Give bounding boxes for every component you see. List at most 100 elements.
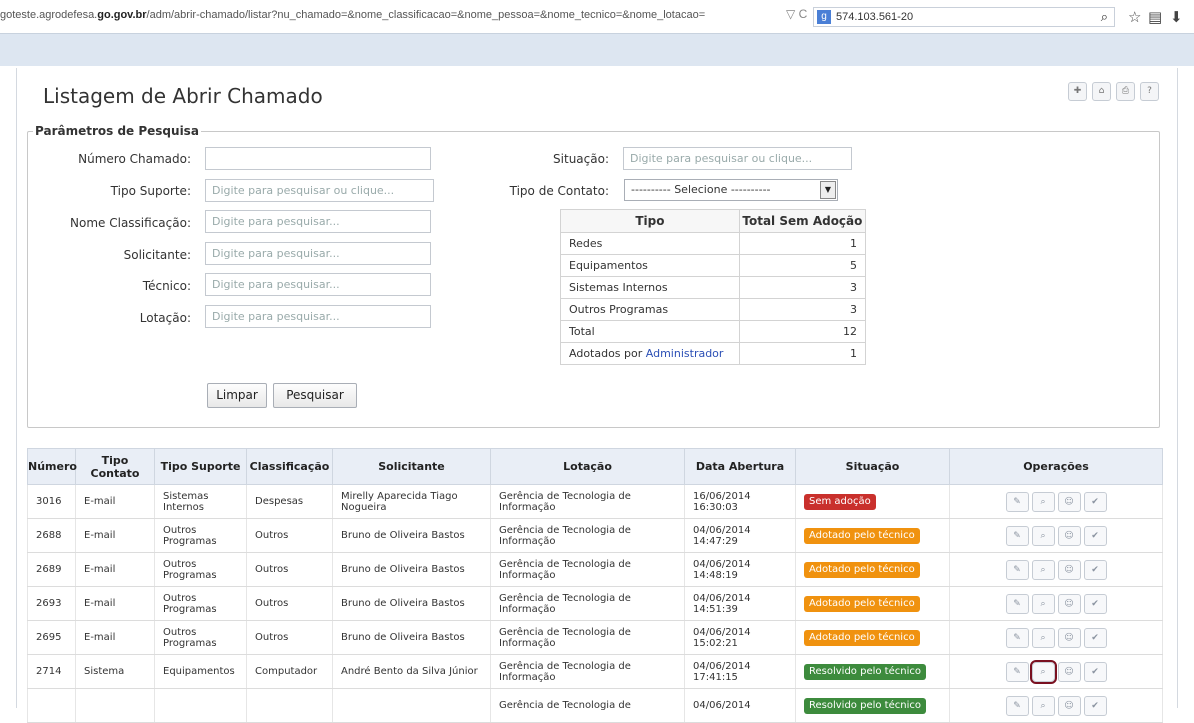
cell-lotacao: Gerência de Tecnologia de [490, 688, 685, 723]
tipo-contato-label: Tipo de Contato: [509, 184, 609, 198]
user-icon[interactable]: ☺ [1057, 695, 1081, 716]
user-icon[interactable]: ☺ [1057, 593, 1081, 614]
check-icon[interactable]: ✔ [1083, 525, 1107, 546]
summary-tipo: Equipamentos [560, 254, 740, 277]
view-icon[interactable]: ⌕ [1029, 659, 1057, 684]
edit-icon[interactable]: ✎ [1005, 661, 1029, 682]
data-time: 15:02:21 [693, 637, 738, 649]
cell-numero: 2693 [27, 586, 76, 621]
edit-icon[interactable]: ✎ [1005, 593, 1029, 614]
search-icon[interactable]: ⌕ [1101, 9, 1108, 25]
col-tipo-suporte[interactable]: Tipo Suporte [154, 448, 247, 485]
summary-count: 3 [738, 298, 867, 321]
view-icon[interactable]: ⌕ [1031, 593, 1055, 614]
cell-lotacao: Gerência de Tecnologia de Informação [490, 484, 685, 519]
cell-contato: Sistema [75, 654, 155, 689]
print-icon[interactable]: ⎙ [1116, 82, 1135, 101]
check-icon[interactable]: ✔ [1083, 695, 1107, 716]
star-icon[interactable]: ☆ [1128, 8, 1141, 26]
limpar-button[interactable]: Limpar [207, 383, 267, 408]
reload-icon[interactable]: ▽ C [786, 7, 807, 21]
col-tipo-contato[interactable]: Tipo Contato [75, 448, 155, 485]
browser-toolbar: goteste.agrodefesa.go.gov.br/adm/abrir-c… [0, 0, 1194, 34]
data-time: 14:51:39 [693, 603, 738, 615]
view-icon[interactable]: ⌕ [1031, 525, 1055, 546]
view-icon[interactable]: ⌕ [1031, 559, 1055, 580]
data-time: 17:41:15 [693, 671, 738, 683]
data-date: 04/06/2014 [693, 592, 751, 604]
cell-situacao: Adotado pelo técnico [795, 552, 950, 587]
address-bar[interactable]: goteste.agrodefesa.go.gov.br/adm/abrir-c… [0, 9, 705, 21]
view-icon[interactable]: ⌕ [1031, 491, 1055, 512]
summary-count: 5 [738, 254, 867, 277]
solicitante-input[interactable]: Digite para pesquisar... [205, 242, 431, 265]
numero-label: Número Chamado: [78, 152, 191, 166]
cell-suporte: Outros Programas [154, 552, 247, 587]
user-icon[interactable]: ☺ [1057, 661, 1081, 682]
cell-operacoes: ✎ ⌕ ☺ ✔ [949, 518, 1163, 553]
situacao-input[interactable]: Digite para pesquisar ou clique... [623, 147, 852, 170]
cell-solicitante: Bruno de Oliveira Bastos [332, 518, 491, 553]
col-classificacao[interactable]: Classificação [246, 448, 333, 485]
col-situacao[interactable]: Situação [795, 448, 950, 485]
adotados-admin-link[interactable]: Administrador [646, 347, 724, 360]
cell-situacao: Adotado pelo técnico [795, 586, 950, 621]
cell-suporte: Sistemas Internos [154, 484, 247, 519]
cell-contato [75, 688, 155, 723]
check-icon[interactable]: ✔ [1083, 491, 1107, 512]
download-icon[interactable]: ⬇ [1170, 8, 1183, 26]
tecnico-input[interactable]: Digite para pesquisar... [205, 273, 431, 296]
cell-solicitante [332, 688, 491, 723]
view-icon[interactable]: ⌕ [1031, 627, 1055, 648]
cell-operacoes: ✎ ⌕ ☺ ✔ [949, 688, 1163, 723]
data-time: 16:30:03 [693, 501, 738, 513]
check-icon[interactable]: ✔ [1083, 627, 1107, 648]
edit-icon[interactable]: ✎ [1005, 525, 1029, 546]
summary-count: 1 [738, 232, 867, 255]
cell-classificacao: Outros [246, 620, 333, 655]
user-icon[interactable]: ☺ [1057, 491, 1081, 512]
user-icon[interactable]: ☺ [1057, 559, 1081, 580]
check-icon[interactable]: ✔ [1083, 661, 1107, 682]
lotacao-input[interactable]: Digite para pesquisar... [205, 305, 431, 328]
cell-operacoes: ✎ ⌕ ☺ ✔ [949, 620, 1163, 655]
col-solicitante[interactable]: Solicitante [332, 448, 491, 485]
user-icon[interactable]: ☺ [1057, 525, 1081, 546]
cell-contato: E-mail [75, 484, 155, 519]
col-numero[interactable]: Número [27, 448, 77, 485]
edit-icon[interactable]: ✎ [1005, 559, 1029, 580]
check-icon[interactable]: ✔ [1083, 593, 1107, 614]
home-icon[interactable]: ⌂ [1092, 82, 1111, 101]
status-badge: Adotado pelo técnico [804, 595, 920, 612]
pesquisar-button[interactable]: Pesquisar [273, 383, 357, 408]
classificacao-input[interactable]: Digite para pesquisar... [205, 210, 431, 233]
numero-input[interactable] [205, 147, 431, 170]
browser-search-box[interactable]: g 574.103.561-20 ⌕ [813, 7, 1115, 27]
table-row: 2693 E-mail Outros Programas Outros Bruno de… [27, 586, 1163, 621]
cell-classificacao: Computador [246, 654, 333, 689]
bookmarks-icon[interactable]: ▤ [1148, 8, 1162, 26]
table-row: 2714 Sistema Equipamentos Computador André B… [27, 654, 1163, 689]
cell-numero: 2695 [27, 620, 76, 655]
tipo-suporte-input[interactable]: Digite para pesquisar ou clique... [205, 179, 434, 202]
edit-icon[interactable]: ✎ [1005, 695, 1029, 716]
check-icon[interactable]: ✔ [1083, 559, 1107, 580]
edit-icon[interactable]: ✎ [1005, 627, 1029, 648]
col-lotacao[interactable]: Lotação [490, 448, 685, 485]
cell-contato: E-mail [75, 586, 155, 621]
page-title: Listagem de Abrir Chamado [43, 84, 323, 108]
search-value: 574.103.561-20 [836, 11, 914, 23]
col-data-abertura[interactable]: Data Abertura [684, 448, 796, 485]
add-icon[interactable]: ✚ [1068, 82, 1087, 101]
edit-icon[interactable]: ✎ [1005, 491, 1029, 512]
page-toolbar: ✚ ⌂ ⎙ ? [1068, 82, 1159, 101]
cell-suporte: Outros Programas [154, 620, 247, 655]
tipo-contato-select[interactable]: ---------- Selecione ---------- ▼ [624, 179, 838, 201]
cell-solicitante: Mirelly Aparecida Tiago Nogueira [332, 484, 491, 519]
cell-numero: 2688 [27, 518, 76, 553]
help-icon[interactable]: ? [1140, 82, 1159, 101]
cell-data: 04/06/2014 15:02:21 [684, 620, 796, 655]
view-icon[interactable]: ⌕ [1031, 695, 1055, 716]
status-badge: Adotado pelo técnico [804, 629, 920, 646]
user-icon[interactable]: ☺ [1057, 627, 1081, 648]
